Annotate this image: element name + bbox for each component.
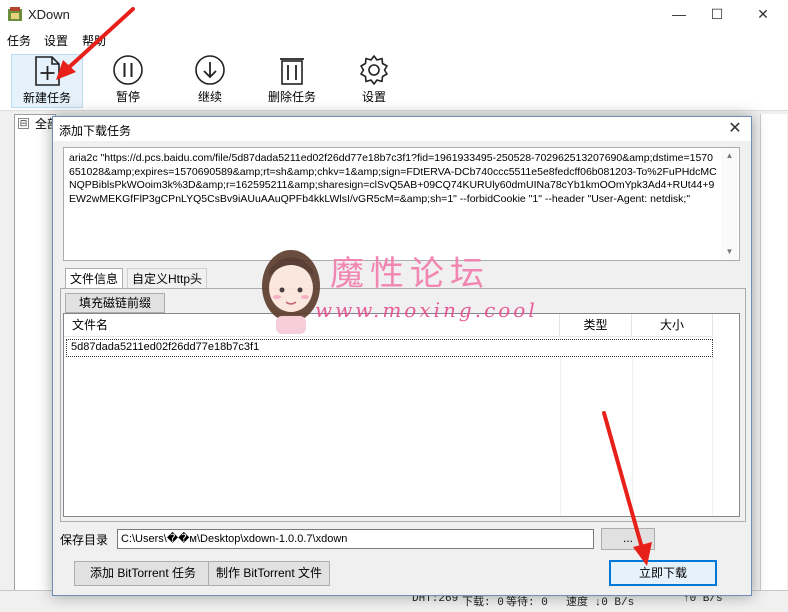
scroll-up-icon[interactable]: ▲: [721, 148, 738, 164]
app-title: XDown: [28, 7, 70, 22]
resume-label: 继续: [197, 90, 222, 104]
download-now-button[interactable]: 立即下载: [609, 560, 717, 586]
delete-task-button[interactable]: 删除任务: [257, 54, 327, 106]
maximize-button[interactable]: ☐: [702, 4, 732, 24]
task-list[interactable]: [760, 114, 787, 594]
save-dir-label: 保存目录: [60, 533, 109, 547]
column-divider: [560, 336, 561, 516]
column-divider: [632, 336, 633, 516]
dialog-close-icon[interactable]: ✕: [721, 118, 749, 140]
category-tree[interactable]: [14, 114, 56, 596]
watermark: 魔性论坛 www.moxing.cool: [260, 246, 540, 346]
fill-magnet-prefix-button[interactable]: 填充磁链前缀: [65, 293, 165, 313]
dialog-title: 添加下载任务: [59, 124, 132, 138]
scroll-down-icon[interactable]: ▼: [721, 244, 738, 260]
cell-filename: 5d87dada5211ed02f26dd77e18b7c3f1: [71, 341, 260, 353]
menu-help[interactable]: 帮助: [82, 32, 106, 49]
new-task-label: 新建任务: [22, 91, 71, 105]
close-button[interactable]: ✕: [748, 4, 778, 24]
pause-icon: [113, 55, 143, 85]
mascot-girl-icon: [262, 250, 320, 334]
command-textarea[interactable]: aria2c "https://d.pcs.baidu.com/file/5d8…: [63, 147, 740, 261]
gear-icon: [360, 55, 388, 85]
new-task-icon: [35, 56, 60, 86]
minimize-button[interactable]: —: [664, 4, 694, 24]
save-dir-input[interactable]: C:\Users\��м\Desktop\xdown-1.0.0.7\xdown: [117, 529, 594, 549]
settings-label: 设置: [361, 90, 386, 104]
command-scrollbar[interactable]: ▲ ▼: [721, 148, 738, 260]
new-task-button[interactable]: 新建任务: [11, 54, 83, 108]
settings-button[interactable]: 设置: [339, 54, 409, 106]
command-text: aria2c "https://d.pcs.baidu.com/file/5d8…: [69, 152, 717, 205]
tab-custom-http-header[interactable]: 自定义Http头: [127, 268, 208, 289]
watermark-url: www.moxing.cool: [315, 298, 538, 322]
watermark-title: 魔性论坛: [330, 254, 490, 294]
resume-icon: [195, 55, 225, 85]
dialog-title-bar: [53, 117, 751, 141]
app-logo-icon: [8, 7, 22, 21]
trash-icon: [280, 58, 304, 85]
pause-button[interactable]: 暂停: [93, 54, 163, 106]
menu-task[interactable]: 任务: [7, 32, 31, 49]
delete-task-label: 删除任务: [267, 90, 316, 104]
tab-file-info[interactable]: 文件信息: [65, 268, 124, 289]
tree-collapse-icon[interactable]: ⊟: [18, 118, 29, 129]
pause-label: 暂停: [115, 90, 140, 104]
add-task-dialog: 添加下载任务 ✕ aria2c "https://d.pcs.baidu.com…: [52, 116, 752, 596]
menu-bar: [0, 30, 788, 50]
make-bittorrent-button[interactable]: 制作 BitTorrent 文件: [208, 561, 330, 586]
menu-settings[interactable]: 设置: [44, 32, 68, 49]
browse-button[interactable]: ...: [601, 528, 655, 550]
add-bittorrent-button[interactable]: 添加 BitTorrent 任务: [74, 561, 212, 586]
column-header-size[interactable]: 大小: [632, 314, 713, 337]
resume-button[interactable]: 继续: [175, 54, 245, 106]
column-divider: [712, 336, 713, 516]
column-header-type[interactable]: 类型: [560, 314, 632, 337]
